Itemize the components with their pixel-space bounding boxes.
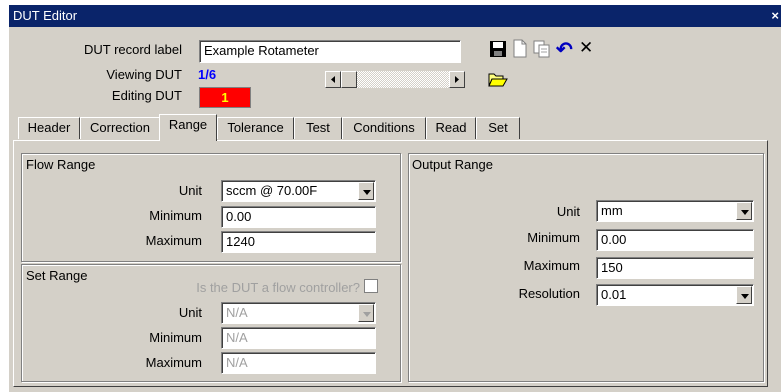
- set-unit-select[interactable]: N/A: [221, 302, 376, 324]
- tab-tolerance[interactable]: Tolerance: [217, 117, 294, 139]
- editing-dut-value: 1: [199, 87, 251, 108]
- chevron-down-icon[interactable]: [736, 202, 752, 220]
- flow-controller-checkbox[interactable]: [364, 279, 378, 293]
- output-resolution-select[interactable]: 0.01: [596, 284, 754, 306]
- close-icon[interactable]: ×: [771, 8, 779, 23]
- tab-label: Header: [27, 120, 71, 135]
- window-title: DUT Editor: [13, 8, 78, 23]
- chevron-down-icon[interactable]: [736, 286, 752, 304]
- dut-scrollbar[interactable]: [325, 71, 465, 88]
- tab-label: Tolerance: [227, 120, 284, 135]
- flow-minimum-input[interactable]: 0.00: [221, 206, 376, 228]
- tab-conditions[interactable]: Conditions: [342, 117, 426, 139]
- viewing-dut-value: 1/6: [198, 67, 217, 82]
- flow-maximum-label: Maximum: [145, 233, 202, 248]
- scroll-track[interactable]: [341, 71, 449, 88]
- delete-icon[interactable]: ✕: [579, 38, 593, 58]
- undo-icon[interactable]: ↶: [556, 37, 573, 62]
- scroll-left-arrow-icon: [331, 76, 335, 83]
- tab-set[interactable]: Set: [476, 117, 520, 139]
- output-unit-value: mm: [601, 203, 623, 218]
- tab-header[interactable]: Header: [18, 117, 80, 139]
- record-label-caption: DUT record label: [83, 42, 182, 57]
- flow-unit-value: sccm @ 70.00F: [226, 183, 318, 198]
- flow-range-title: Flow Range: [26, 157, 96, 172]
- open-folder-icon[interactable]: [488, 71, 508, 88]
- new-document-icon[interactable]: [512, 39, 528, 58]
- set-unit-label: Unit: [178, 305, 202, 320]
- scroll-right-button[interactable]: [449, 71, 465, 88]
- viewing-dut-caption: Viewing DUT: [106, 67, 182, 82]
- tab-label: Read: [435, 120, 467, 135]
- chevron-down-icon[interactable]: [358, 182, 374, 200]
- tab-label: Range: [168, 117, 208, 132]
- editing-dut-caption: Editing DUT: [111, 88, 182, 103]
- output-minimum-input[interactable]: 0.00: [596, 229, 754, 251]
- flow-unit-select[interactable]: sccm @ 70.00F: [221, 180, 376, 202]
- set-minimum-label: Minimum: [149, 330, 202, 345]
- tab-read[interactable]: Read: [426, 117, 476, 139]
- output-maximum-input[interactable]: 150: [596, 257, 754, 279]
- title-bar: DUT Editor ×: [9, 5, 781, 27]
- set-maximum-label: Maximum: [145, 355, 202, 370]
- output-unit-label: Unit: [556, 204, 580, 219]
- scroll-left-button[interactable]: [325, 71, 341, 88]
- flow-unit-label: Unit: [178, 183, 202, 198]
- output-resolution-label: Resolution: [518, 286, 580, 301]
- save-icon[interactable]: [489, 40, 507, 58]
- tab-label: Conditions: [353, 120, 415, 135]
- flow-controller-question: Is the DUT a flow controller?: [196, 280, 360, 295]
- set-unit-value: N/A: [226, 305, 248, 320]
- tab-correction[interactable]: Correction: [80, 117, 160, 139]
- output-unit-select[interactable]: mm: [596, 200, 754, 222]
- set-range-title: Set Range: [26, 268, 88, 283]
- copy-icon[interactable]: [533, 40, 551, 58]
- tab-label: Correction: [90, 120, 150, 135]
- output-minimum-label: Minimum: [527, 230, 580, 245]
- scroll-right-arrow-icon: [455, 76, 459, 83]
- flow-minimum-label: Minimum: [149, 208, 202, 223]
- output-resolution-value: 0.01: [601, 287, 627, 302]
- set-minimum-input[interactable]: N/A: [221, 327, 376, 349]
- flow-maximum-input[interactable]: 1240: [221, 231, 376, 253]
- record-label-input[interactable]: Example Rotameter: [199, 40, 461, 63]
- tab-label: Test: [306, 120, 330, 135]
- output-range-title: Output Range: [412, 157, 493, 172]
- tab-range[interactable]: Range: [159, 114, 217, 141]
- chevron-down-icon[interactable]: [358, 304, 374, 322]
- scroll-thumb[interactable]: [341, 71, 357, 88]
- tab-test[interactable]: Test: [294, 117, 342, 139]
- set-maximum-input[interactable]: N/A: [221, 352, 376, 374]
- tab-label: Set: [488, 120, 508, 135]
- output-maximum-label: Maximum: [523, 258, 580, 273]
